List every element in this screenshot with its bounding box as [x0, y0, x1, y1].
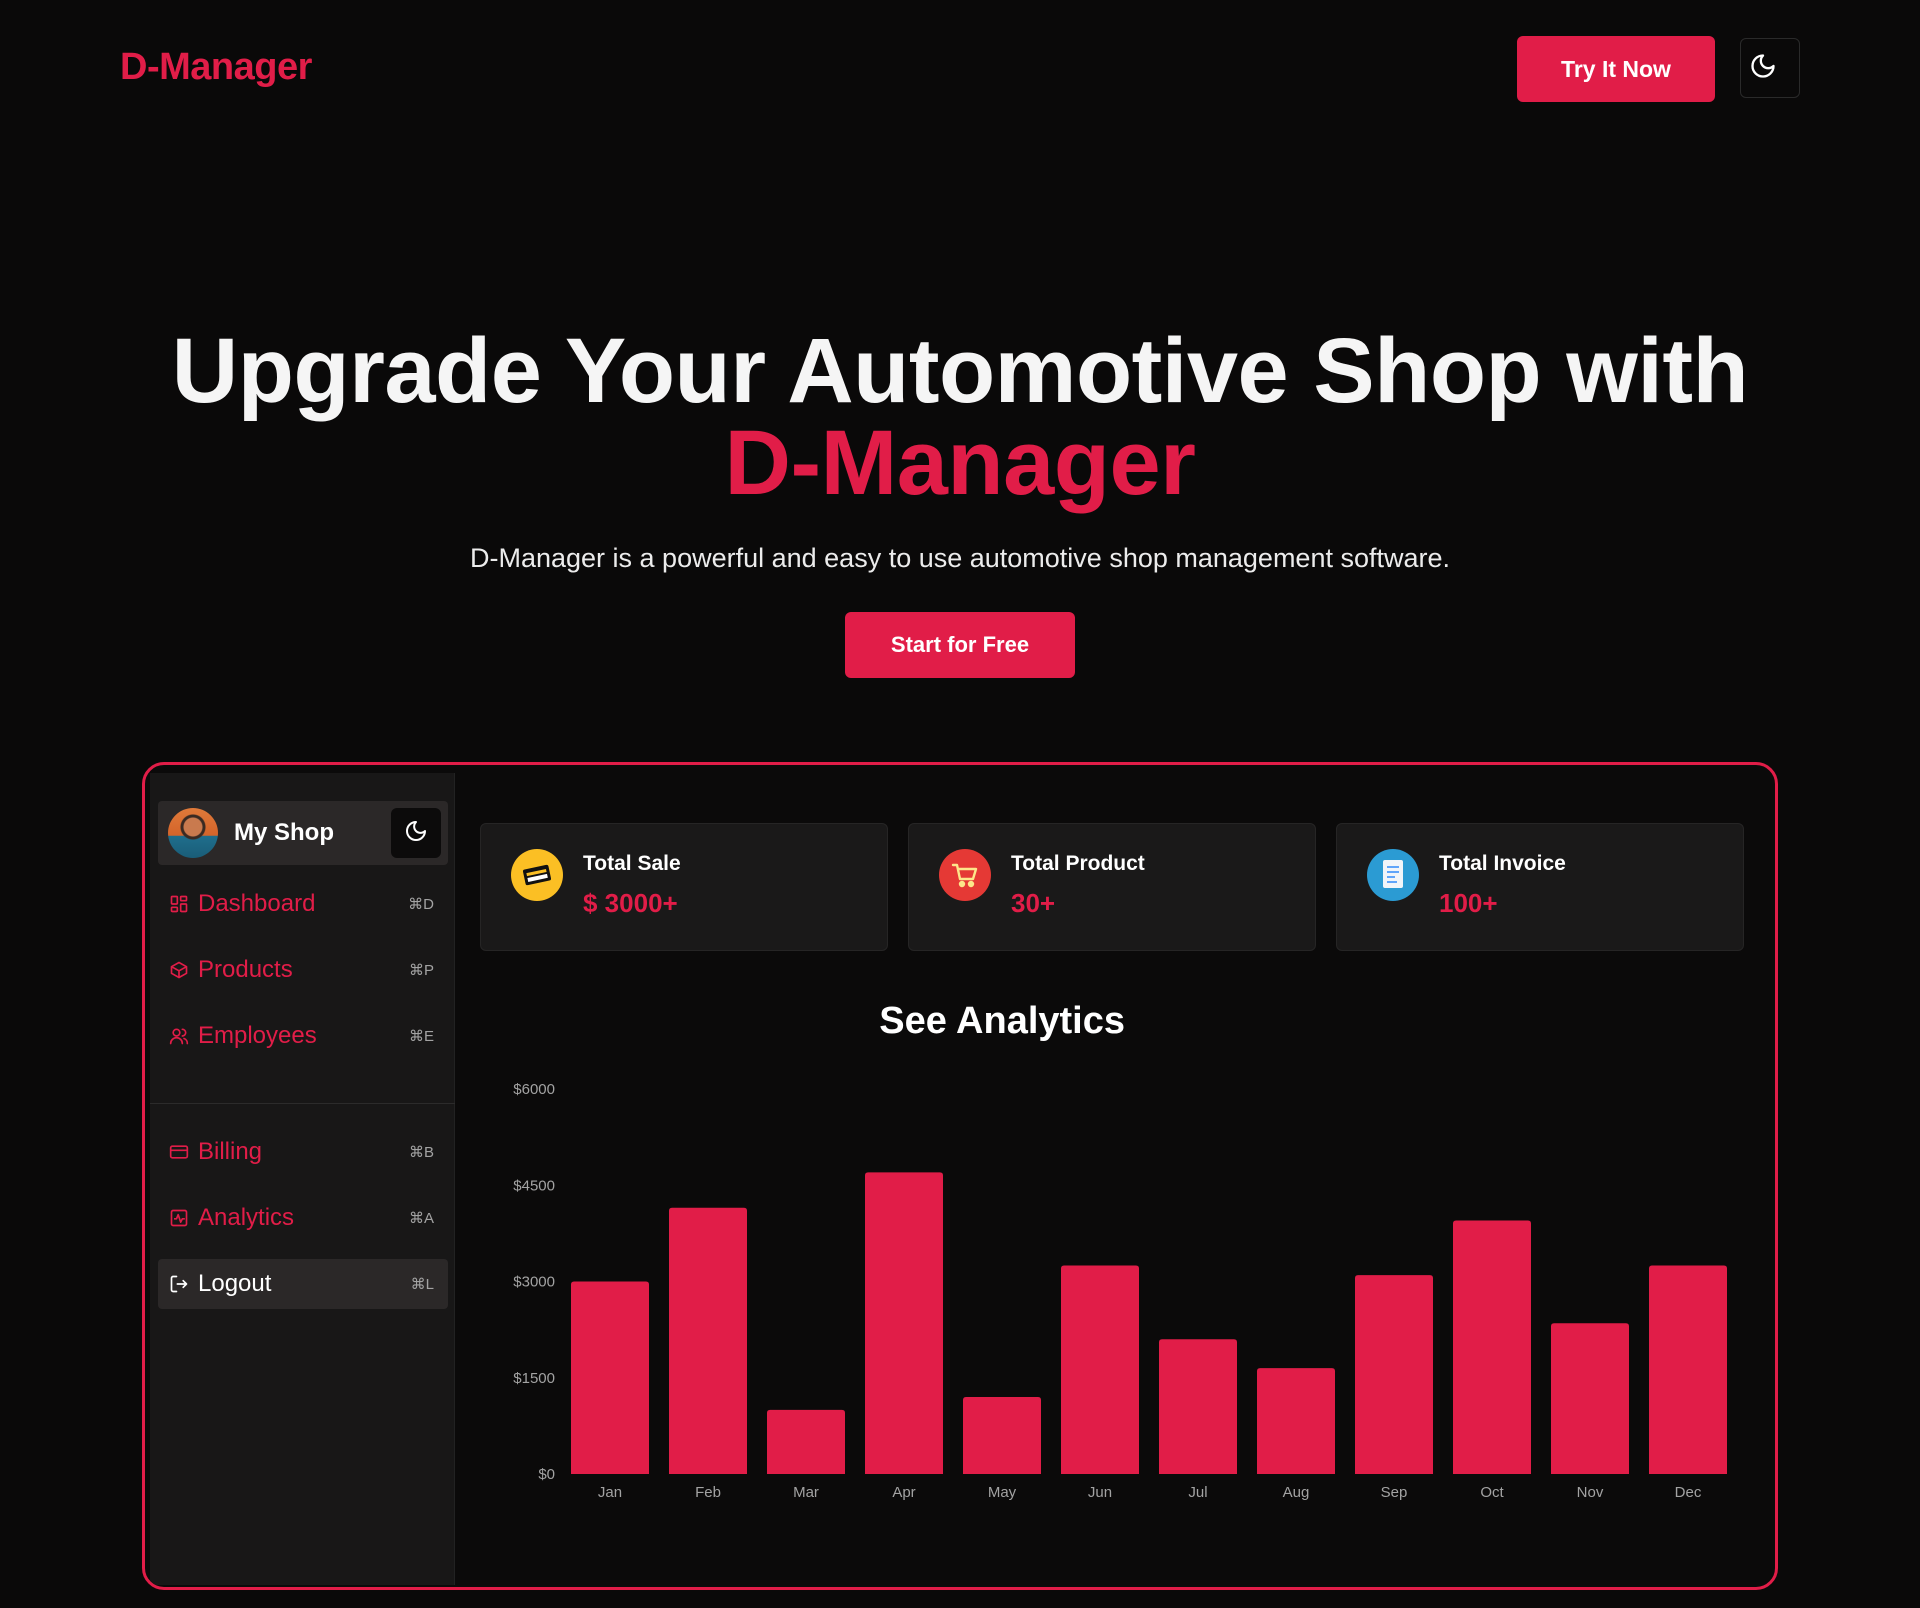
- moon-icon: [1749, 52, 1777, 85]
- x-tick-label: Apr: [892, 1484, 915, 1501]
- bar-apr[interactable]: [865, 1172, 943, 1474]
- hero-title-accent: D-Manager: [724, 412, 1196, 514]
- y-tick-label: $3000: [513, 1274, 555, 1291]
- theme-toggle-button[interactable]: [1740, 38, 1800, 98]
- bar-jan[interactable]: [571, 1281, 649, 1475]
- x-tick-label: Nov: [1577, 1484, 1604, 1501]
- bar-sep[interactable]: [1355, 1275, 1433, 1474]
- bar-chart: $0 $1500 $3000 $4500 $6000 Jan Feb Mar Apr May Jun…: [513, 1081, 1727, 1501]
- top-navbar: D-Manager Try It Now: [0, 0, 1920, 140]
- hero-subtitle: D-Manager is a powerful and easy to use …: [469, 543, 1451, 573]
- bar-feb[interactable]: [669, 1207, 747, 1474]
- hero-title: Upgrade Your Automotive Shop with D-Mana…: [0, 325, 1920, 509]
- bar-nov[interactable]: [1551, 1323, 1629, 1474]
- start-for-free-button[interactable]: Start for Free: [845, 612, 1075, 678]
- brand-logo[interactable]: D-Manager: [120, 46, 312, 89]
- bar-mar[interactable]: [767, 1409, 845, 1474]
- x-tick-label: Oct: [1480, 1484, 1504, 1501]
- bar-jul[interactable]: [1159, 1339, 1237, 1474]
- y-tick-label: $1500: [513, 1370, 555, 1387]
- bar-aug[interactable]: [1257, 1368, 1335, 1474]
- try-it-now-button[interactable]: Try It Now: [1517, 36, 1715, 102]
- y-tick-label: $6000: [513, 1081, 555, 1098]
- x-tick-label: Aug: [1283, 1484, 1310, 1501]
- dashboard-preview: My Shop Dashboard ⌘D Products ⌘P Employe…: [142, 762, 1778, 1590]
- x-tick-label: Dec: [1675, 1484, 1702, 1501]
- x-tick-label: Jan: [598, 1484, 622, 1501]
- bar-dec[interactable]: [1649, 1265, 1727, 1474]
- x-tick-label: Jul: [1188, 1484, 1207, 1501]
- x-tick-label: Sep: [1381, 1484, 1408, 1501]
- y-tick-label: $4500: [513, 1177, 555, 1194]
- bar-may[interactable]: [963, 1397, 1041, 1474]
- hero-title-main: Upgrade Your Automotive Shop with: [171, 320, 1749, 422]
- x-tick-label: Mar: [793, 1484, 819, 1501]
- bar-jun[interactable]: [1061, 1265, 1139, 1474]
- x-tick-label: May: [988, 1484, 1017, 1501]
- y-tick-label: $0: [538, 1466, 555, 1483]
- x-tick-label: Feb: [695, 1484, 721, 1501]
- x-tick-label: Jun: [1088, 1484, 1112, 1501]
- bar-oct[interactable]: [1453, 1220, 1531, 1474]
